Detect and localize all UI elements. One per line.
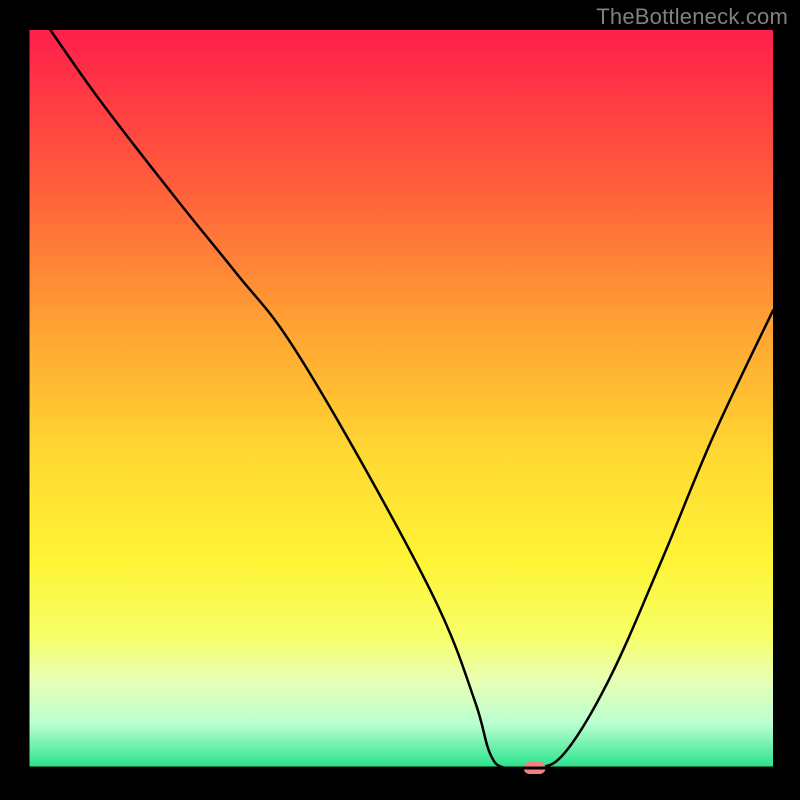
gradient-background (28, 30, 773, 768)
watermark-text: TheBottleneck.com (596, 4, 788, 30)
chart-frame: TheBottleneck.com (0, 0, 800, 800)
bottleneck-chart (0, 0, 800, 800)
